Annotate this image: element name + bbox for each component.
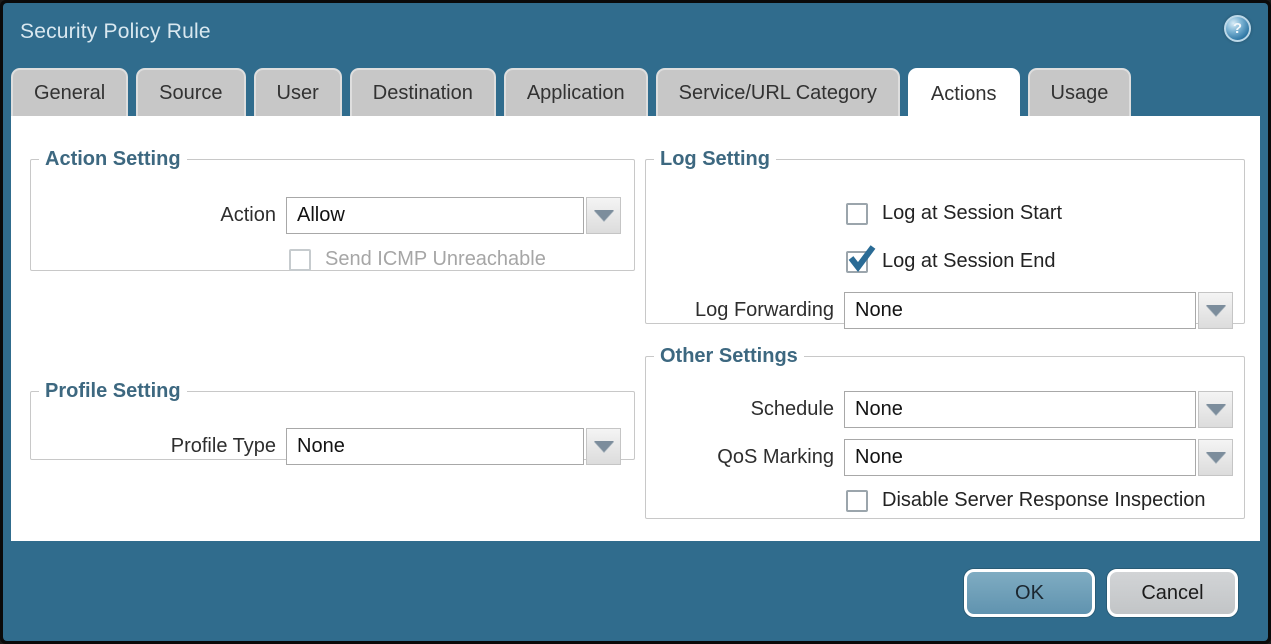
chevron-down-icon (594, 441, 614, 452)
schedule-label: Schedule (646, 398, 844, 421)
cancel-button[interactable]: Cancel (1107, 569, 1238, 617)
send-icmp-row: Send ICMP Unreachable (289, 248, 546, 271)
log-forwarding-dropdown-value[interactable]: None (844, 292, 1196, 329)
chevron-down-icon (594, 210, 614, 221)
profile-type-label: Profile Type (31, 435, 286, 458)
tab-content-actions: Action Setting Action Allow Send ICMP Un… (11, 116, 1260, 541)
log-session-end-checkbox[interactable] (846, 251, 868, 273)
qos-marking-dropdown: None (844, 439, 1233, 476)
qos-marking-dropdown-value[interactable]: None (844, 439, 1196, 476)
tab-bar: General Source User Destination Applicat… (11, 68, 1131, 116)
tab-user[interactable]: User (254, 68, 342, 116)
action-setting-legend: Action Setting (39, 148, 187, 171)
send-icmp-checkbox (289, 249, 311, 271)
tab-actions[interactable]: Actions (908, 68, 1020, 118)
help-icon[interactable]: ? (1224, 15, 1251, 42)
dialog-title: Security Policy Rule (20, 20, 211, 44)
check-icon (846, 243, 876, 273)
log-forwarding-dropdown: None (844, 292, 1233, 329)
qos-marking-label: QoS Marking (646, 446, 844, 469)
titlebar: Security Policy Rule ? (3, 3, 1268, 65)
chevron-down-icon (1206, 452, 1226, 463)
action-dropdown: Allow (286, 197, 621, 234)
log-session-start-label: Log at Session Start (882, 202, 1062, 225)
log-session-end-label: Log at Session End (882, 250, 1055, 273)
ok-button[interactable]: OK (964, 569, 1095, 617)
dsri-row: Disable Server Response Inspection (846, 489, 1206, 512)
tab-label: Application (527, 82, 625, 105)
tab-destination[interactable]: Destination (350, 68, 496, 116)
action-dropdown-value[interactable]: Allow (286, 197, 584, 234)
log-forwarding-row: Log Forwarding None (646, 292, 1233, 329)
action-dropdown-button[interactable] (586, 197, 621, 234)
profile-type-dropdown-button[interactable] (586, 428, 621, 465)
profile-type-dropdown: None (286, 428, 621, 465)
profile-setting-group: Profile Setting Profile Type None (30, 380, 635, 460)
log-setting-group: Log Setting Log at Session Start Log at … (645, 148, 1245, 324)
tab-source[interactable]: Source (136, 68, 245, 116)
tab-usage[interactable]: Usage (1028, 68, 1132, 116)
tab-label: User (277, 82, 319, 105)
security-policy-rule-dialog: Security Policy Rule ? General Source Us… (0, 0, 1271, 644)
log-session-end-row: Log at Session End (846, 250, 1055, 273)
qos-marking-dropdown-button[interactable] (1198, 439, 1233, 476)
dsri-label: Disable Server Response Inspection (882, 489, 1206, 512)
profile-type-row: Profile Type None (31, 428, 621, 465)
action-row: Action Allow (31, 197, 621, 234)
schedule-row: Schedule None (646, 391, 1233, 428)
tab-label: Source (159, 82, 222, 105)
schedule-dropdown-value[interactable]: None (844, 391, 1196, 428)
tab-service-url-category[interactable]: Service/URL Category (656, 68, 900, 116)
send-icmp-label: Send ICMP Unreachable (325, 248, 546, 271)
tab-label: Service/URL Category (679, 82, 877, 105)
other-settings-legend: Other Settings (654, 345, 804, 368)
log-forwarding-dropdown-button[interactable] (1198, 292, 1233, 329)
qos-marking-row: QoS Marking None (646, 439, 1233, 476)
action-setting-group: Action Setting Action Allow Send ICMP Un… (30, 148, 635, 271)
dialog-surface: Security Policy Rule ? General Source Us… (3, 3, 1268, 641)
tab-label: Usage (1051, 82, 1109, 105)
tab-general[interactable]: General (11, 68, 128, 116)
tab-label: Destination (373, 82, 473, 105)
chevron-down-icon (1206, 305, 1226, 316)
tab-label: Actions (931, 83, 997, 106)
dsri-checkbox[interactable] (846, 490, 868, 512)
action-label: Action (31, 204, 286, 227)
log-forwarding-label: Log Forwarding (646, 299, 844, 322)
other-settings-group: Other Settings Schedule None QoS Marking… (645, 345, 1245, 519)
log-setting-legend: Log Setting (654, 148, 776, 171)
tab-label: General (34, 82, 105, 105)
profile-setting-legend: Profile Setting (39, 380, 187, 403)
schedule-dropdown: None (844, 391, 1233, 428)
chevron-down-icon (1206, 404, 1226, 415)
log-session-start-row: Log at Session Start (846, 202, 1062, 225)
profile-type-dropdown-value[interactable]: None (286, 428, 584, 465)
log-session-start-checkbox[interactable] (846, 203, 868, 225)
tab-application[interactable]: Application (504, 68, 648, 116)
schedule-dropdown-button[interactable] (1198, 391, 1233, 428)
